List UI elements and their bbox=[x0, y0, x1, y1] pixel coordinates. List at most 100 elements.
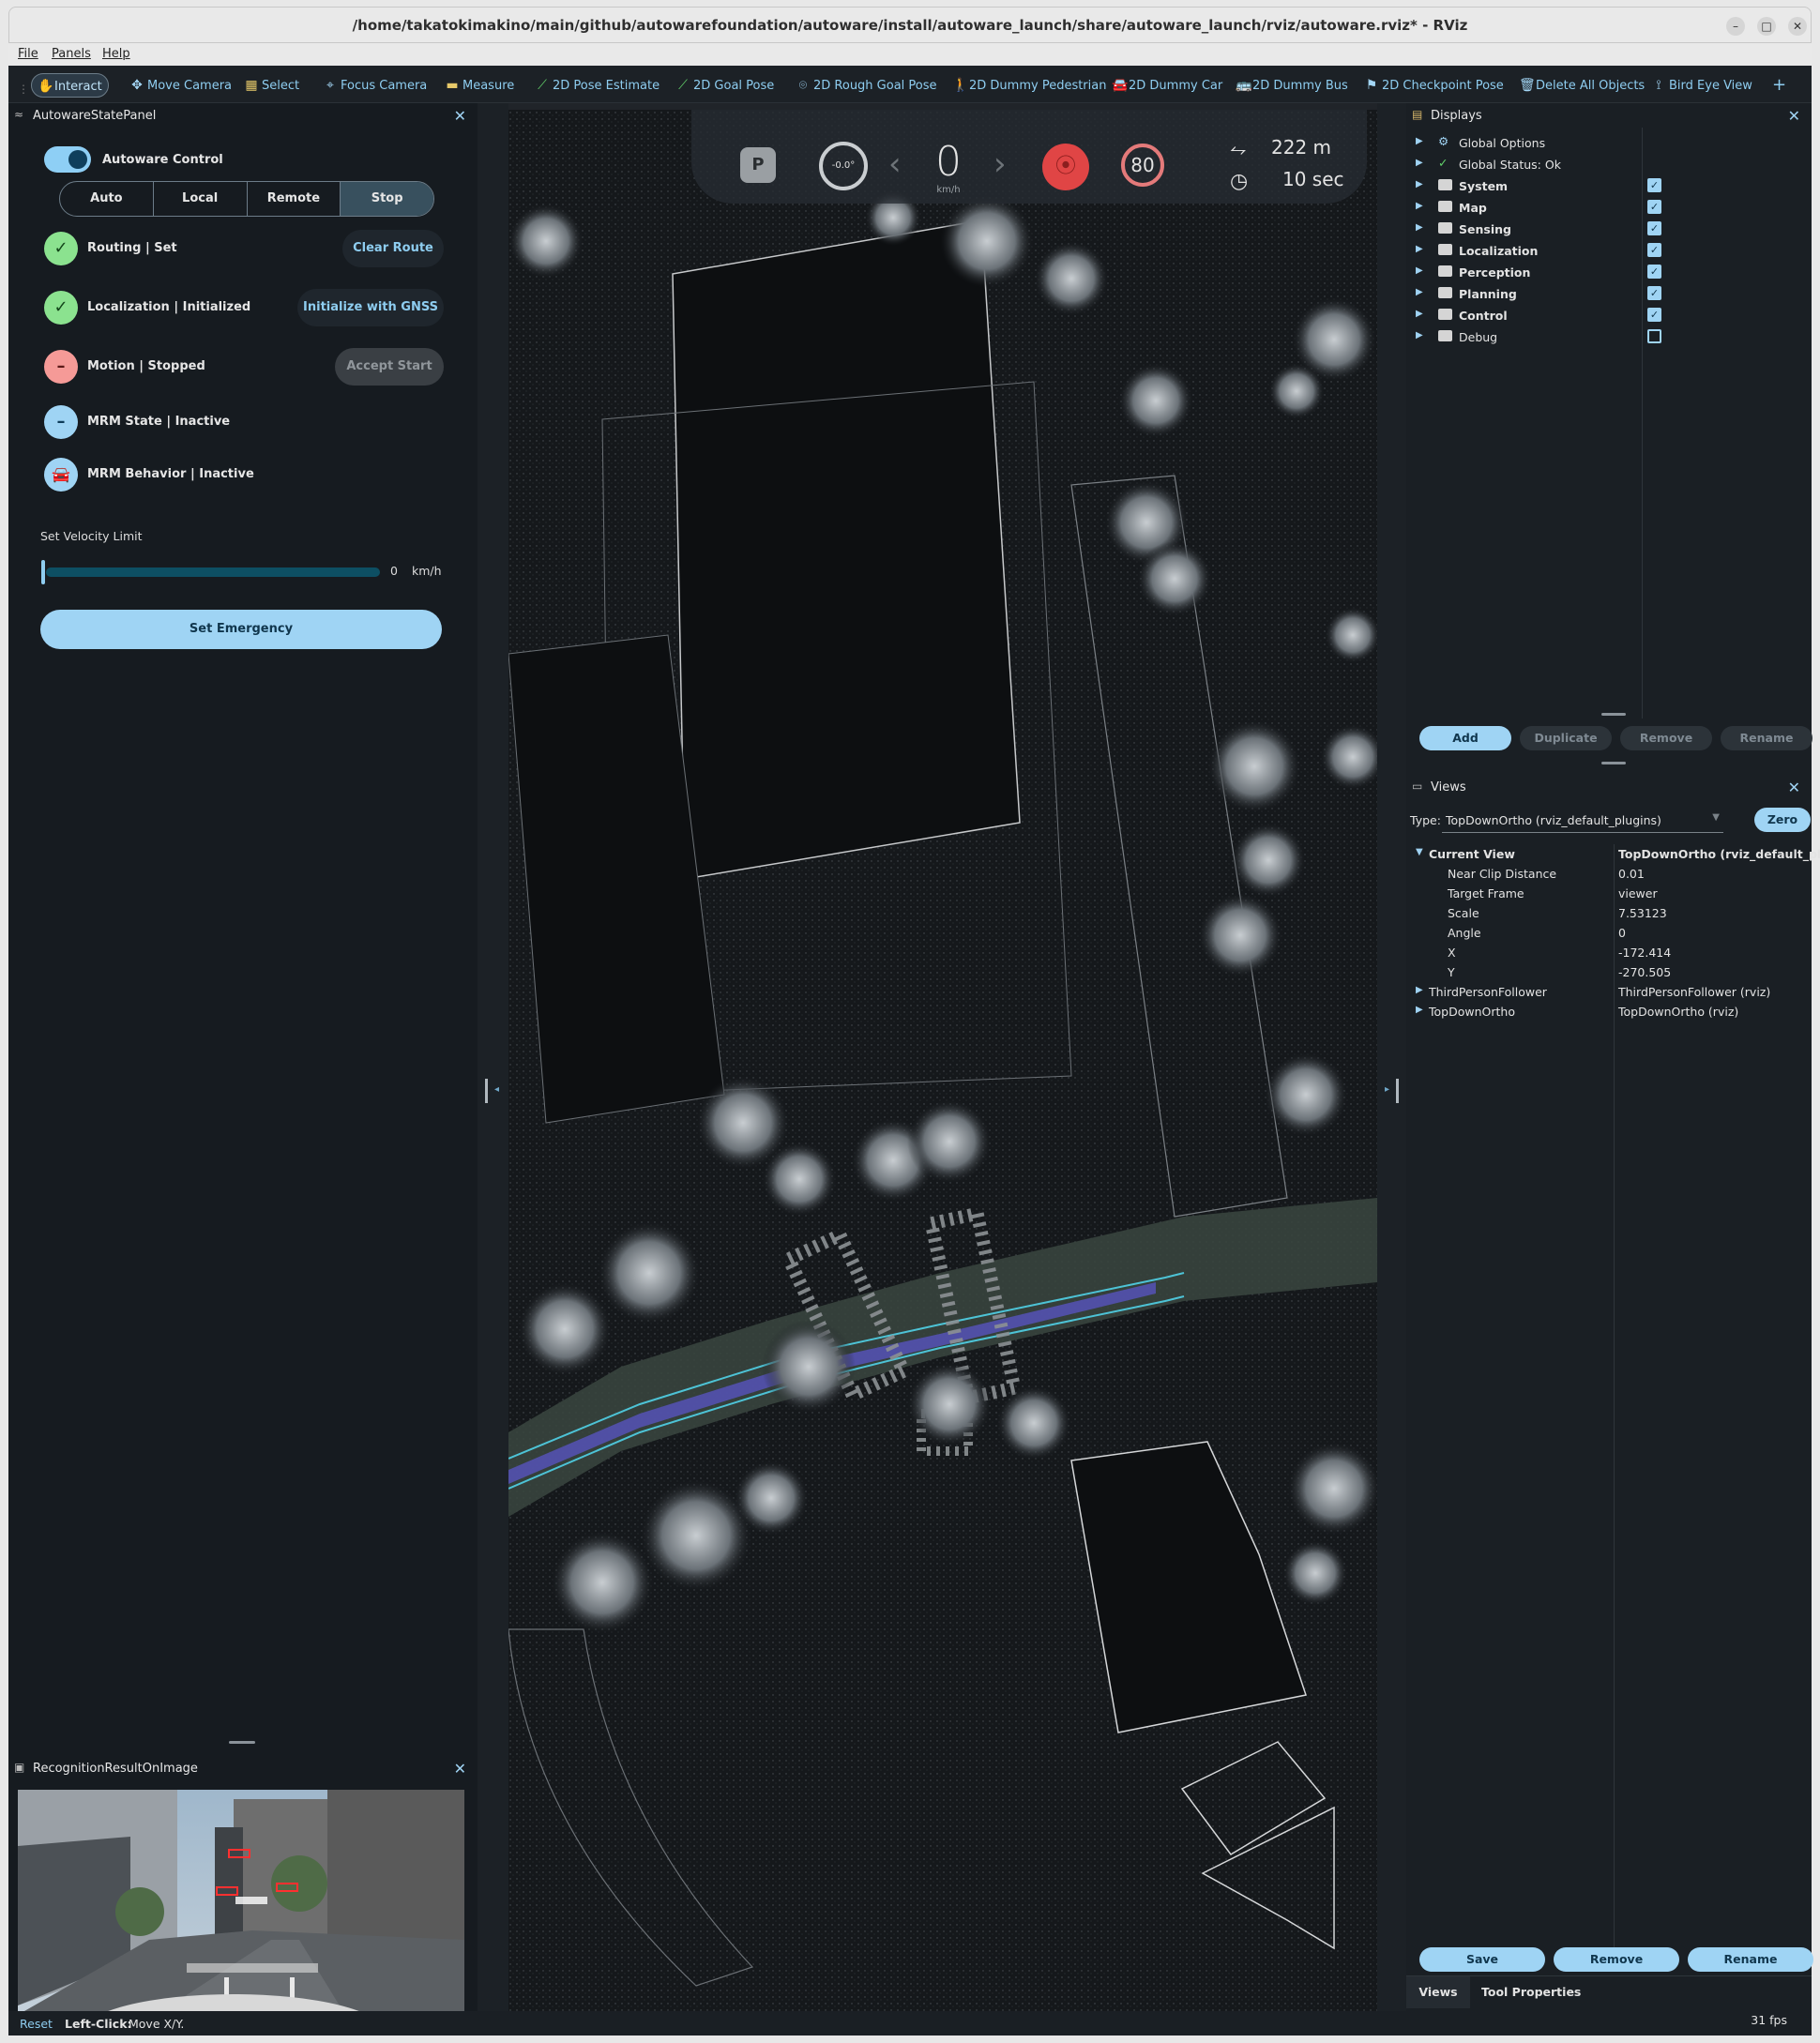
clear-route-button[interactable]: Clear Route bbox=[342, 230, 444, 267]
close-panel-icon[interactable]: ✕ bbox=[454, 1760, 466, 1778]
expand-arrow-icon[interactable]: ▶ bbox=[1416, 330, 1423, 340]
checkbox-checked-icon[interactable]: ✓ bbox=[1647, 221, 1661, 235]
rename-view-button[interactable]: Rename bbox=[1688, 1947, 1813, 1972]
saved-view-name[interactable]: TopDownOrtho bbox=[1429, 1005, 1515, 1019]
display-item-debug[interactable]: ▶ Debug bbox=[1406, 327, 1800, 348]
menu-file[interactable]: File bbox=[18, 47, 38, 61]
expand-arrow-icon[interactable]: ▶ bbox=[1416, 158, 1423, 168]
add-display-button[interactable]: Add bbox=[1419, 726, 1511, 750]
prop-near-clip-value[interactable]: 0.01 bbox=[1618, 867, 1645, 881]
expand-arrow-icon[interactable]: ▶ bbox=[1416, 265, 1423, 276]
display-item[interactable]: ▶ ⚙ Global Options bbox=[1406, 133, 1800, 154]
set-emergency-button[interactable]: Set Emergency bbox=[40, 610, 442, 649]
expand-arrow-icon[interactable]: ▶ bbox=[1416, 985, 1423, 995]
expand-arrow-icon[interactable]: ▶ bbox=[1416, 201, 1423, 211]
checkbox-unchecked-icon[interactable] bbox=[1647, 329, 1661, 343]
mode-remote-button[interactable]: Remote bbox=[248, 182, 341, 216]
checkbox-checked-icon[interactable]: ✓ bbox=[1647, 265, 1661, 279]
reset-button[interactable]: Reset bbox=[20, 2017, 53, 2031]
prop-target-frame-value[interactable]: viewer bbox=[1618, 886, 1658, 900]
panel-splitter[interactable] bbox=[1601, 713, 1626, 716]
panel-splitter[interactable] bbox=[1601, 762, 1626, 764]
prop-x-value[interactable]: -172.414 bbox=[1618, 946, 1671, 960]
autoware-control-toggle[interactable] bbox=[44, 146, 91, 173]
display-item-perception[interactable]: ▶ Perception ✓ bbox=[1406, 263, 1800, 283]
accept-start-button[interactable]: Accept Start bbox=[335, 348, 444, 386]
tool-2d-dummy-car[interactable]: 🚘2D Dummy Car bbox=[1106, 73, 1228, 98]
checkbox-checked-icon[interactable]: ✓ bbox=[1647, 308, 1661, 322]
expand-arrow-icon[interactable]: ▶ bbox=[1416, 1005, 1423, 1015]
velocity-limit-label: Set Velocity Limit bbox=[40, 529, 143, 543]
remove-view-button[interactable]: Remove bbox=[1554, 1947, 1679, 1972]
prop-angle-value[interactable]: 0 bbox=[1618, 926, 1626, 940]
expand-arrow-icon[interactable]: ▶ bbox=[1416, 309, 1423, 319]
close-panel-icon[interactable]: ✕ bbox=[454, 107, 466, 125]
right-splitter[interactable]: ▸ bbox=[1377, 103, 1406, 2011]
render-viewport[interactable]: P -0.0° ‹ 0 km/h › ⦿ 80 ⥊ 222 m ◷ 10 sec bbox=[508, 110, 1377, 2014]
save-view-button[interactable]: Save bbox=[1419, 1947, 1545, 1972]
checkbox-checked-icon[interactable]: ✓ bbox=[1647, 286, 1661, 300]
rename-display-button[interactable]: Rename bbox=[1721, 726, 1812, 750]
tool-interact[interactable]: ✋Interact bbox=[31, 73, 109, 98]
mode-stop-button[interactable]: Stop bbox=[341, 182, 433, 216]
close-panel-icon[interactable]: ✕ bbox=[1788, 107, 1800, 125]
expand-arrow-icon[interactable]: ▶ bbox=[1416, 244, 1423, 254]
collapse-left-icon[interactable]: ◂ bbox=[494, 1084, 499, 1095]
expand-arrow-icon[interactable]: ▶ bbox=[1416, 287, 1423, 297]
duplicate-display-button[interactable]: Duplicate bbox=[1520, 726, 1612, 750]
checkbox-checked-icon[interactable]: ✓ bbox=[1647, 200, 1661, 214]
display-item-localization[interactable]: ▶ Localization ✓ bbox=[1406, 241, 1800, 262]
prop-y-value[interactable]: -270.505 bbox=[1618, 965, 1671, 979]
checkbox-checked-icon[interactable]: ✓ bbox=[1647, 243, 1661, 257]
menu-panels[interactable]: Panels bbox=[52, 47, 91, 61]
tool-2d-dummy-pedestrian[interactable]: 🚶2D Dummy Pedestrian bbox=[947, 73, 1112, 98]
tool-delete-all-objects[interactable]: 🗑Delete All Objects bbox=[1513, 73, 1650, 98]
close-panel-icon[interactable]: ✕ bbox=[1788, 779, 1800, 796]
checkbox-checked-icon[interactable]: ✓ bbox=[1647, 178, 1661, 192]
initialize-gnss-button[interactable]: Initialize with GNSS bbox=[297, 289, 444, 326]
velocity-limit-slider[interactable] bbox=[46, 568, 380, 577]
tool-move-camera[interactable]: ✥ Move Camera bbox=[125, 73, 237, 98]
maximize-button[interactable]: □ bbox=[1757, 17, 1776, 36]
tab-tool-properties[interactable]: Tool Properties bbox=[1481, 1976, 1581, 2008]
left-splitter[interactable]: ◂ bbox=[478, 103, 508, 2011]
tool-2d-dummy-bus[interactable]: 🚌2D Dummy Bus bbox=[1230, 73, 1354, 98]
display-item-map[interactable]: ▶ Map ✓ bbox=[1406, 198, 1800, 219]
view-type-dropdown[interactable]: TopDownOrtho (rviz_default_plugins) ▼ bbox=[1442, 807, 1723, 833]
tool-2d-goal-pose[interactable]: ⟋ 2D Goal Pose bbox=[671, 73, 780, 98]
panel-splitter[interactable] bbox=[229, 1741, 255, 1744]
tool-2d-pose-estimate[interactable]: ⟋ 2D Pose Estimate bbox=[530, 73, 665, 98]
tool-bird-eye-view[interactable]: ⟟ Bird Eye View bbox=[1646, 73, 1758, 98]
collapse-arrow-icon[interactable]: ▼ bbox=[1416, 847, 1423, 857]
mode-auto-button[interactable]: Auto bbox=[60, 182, 154, 216]
expand-arrow-icon[interactable]: ▶ bbox=[1416, 222, 1423, 233]
collapse-right-icon[interactable]: ▸ bbox=[1385, 1084, 1389, 1095]
display-item[interactable]: ▶ ✓ Global Status: Ok bbox=[1406, 155, 1800, 175]
move-icon: ✥ bbox=[131, 78, 143, 93]
remove-display-button[interactable]: Remove bbox=[1620, 726, 1712, 750]
menu-help[interactable]: Help bbox=[102, 47, 130, 61]
display-item-planning[interactable]: ▶ Planning ✓ bbox=[1406, 284, 1800, 305]
tab-views[interactable]: Views bbox=[1406, 1976, 1470, 2008]
expand-arrow-icon[interactable]: ▶ bbox=[1416, 136, 1423, 146]
tool-measure[interactable]: ▬ Measure bbox=[440, 73, 520, 98]
add-tool-button[interactable]: + bbox=[1767, 73, 1792, 98]
zero-view-button[interactable]: Zero bbox=[1754, 808, 1811, 832]
close-window-button[interactable]: ✕ bbox=[1788, 17, 1807, 36]
expand-arrow-icon[interactable]: ▶ bbox=[1416, 179, 1423, 189]
prop-scale-value[interactable]: 7.53123 bbox=[1618, 906, 1667, 920]
velocity-slider-handle[interactable] bbox=[41, 560, 45, 584]
tool-focus-camera[interactable]: ⌖ Focus Camera bbox=[318, 73, 432, 98]
display-item-sensing[interactable]: ▶ Sensing ✓ bbox=[1406, 219, 1800, 240]
tool-select[interactable]: ▦ Select bbox=[239, 73, 305, 98]
menu-bar: File Panels Help bbox=[8, 43, 1812, 66]
tool-2d-checkpoint-pose[interactable]: ⚑ 2D Checkpoint Pose bbox=[1359, 73, 1509, 98]
display-item-control[interactable]: ▶ Control ✓ bbox=[1406, 306, 1800, 326]
minimize-button[interactable]: – bbox=[1726, 17, 1745, 36]
display-item-system[interactable]: ▶ System ✓ bbox=[1406, 176, 1800, 197]
mode-local-button[interactable]: Local bbox=[154, 182, 248, 216]
tool-2d-rough-goal-pose[interactable]: ⌾ 2D Rough Goal Pose bbox=[791, 73, 943, 98]
splitter-handle[interactable] bbox=[1396, 1079, 1399, 1103]
saved-view-name[interactable]: ThirdPersonFollower bbox=[1429, 985, 1547, 999]
splitter-handle[interactable] bbox=[485, 1079, 488, 1103]
